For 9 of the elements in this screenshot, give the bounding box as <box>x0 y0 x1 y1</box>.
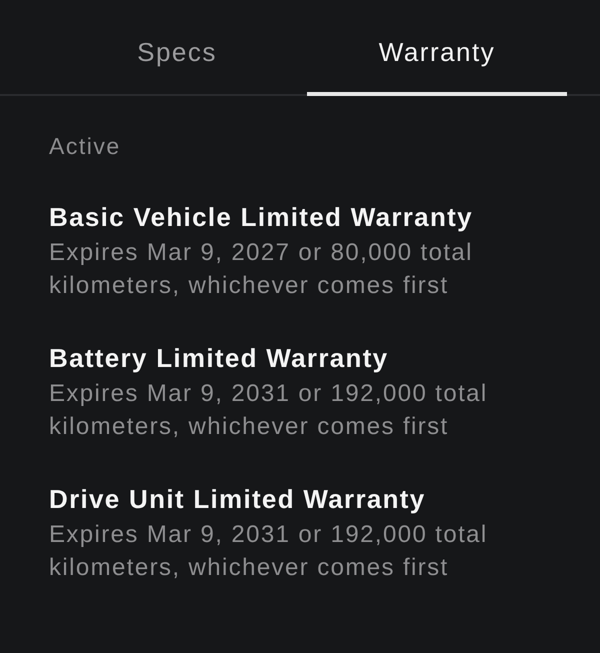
warranty-description: Expires Mar 9, 2031 or 192,000 total kilometers, whichever comes first <box>49 520 489 583</box>
tab[interactable]: Specs <box>47 0 307 96</box>
warranty-description: Expires Mar 9, 2027 or 80,000 total kilometers, whichever comes first <box>49 238 474 301</box>
warranty-title: Drive Unit Limited Warranty <box>49 483 427 516</box>
warranty-title: Basic Vehicle Limited Warranty <box>49 201 474 234</box>
warranty-description: Expires Mar 9, 2031 or 192,000 total kilometers, whichever comes first <box>49 379 489 442</box>
warranty-title: Battery Limited Warranty <box>49 342 390 375</box>
tab[interactable]: Warranty <box>307 0 567 96</box>
section-heading: Active <box>49 132 122 161</box>
